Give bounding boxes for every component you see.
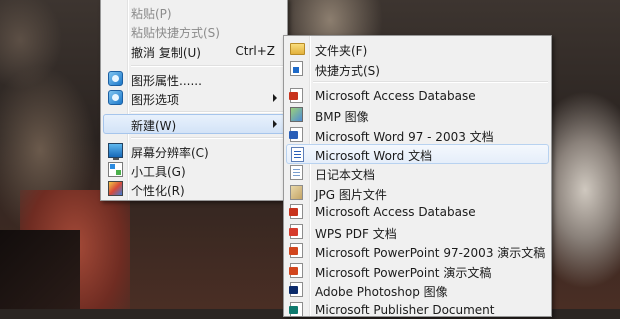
shortcut-icon: [290, 61, 303, 76]
menu-item-label: Microsoft PowerPoint 演示文稿: [315, 266, 492, 280]
new-wps-pdf-item[interactable]: WPS PDF 文档: [286, 222, 549, 241]
menu-separator: [131, 111, 284, 113]
menu-item-label: BMP 图像: [315, 110, 369, 124]
access-database-icon: [289, 88, 303, 103]
menu-item-paste[interactable]: 粘贴(P): [103, 2, 285, 21]
menu-item-graphics-properties[interactable]: 图形属性......: [103, 69, 285, 88]
journal-document-icon: [290, 165, 303, 180]
new-powerpoint-97-item[interactable]: Microsoft PowerPoint 97-2003 演示文稿: [286, 241, 549, 260]
personalize-icon: [108, 181, 123, 196]
menu-item-label: 图形选项: [131, 93, 180, 107]
menu-item-screen-resolution[interactable]: 屏幕分辨率(C): [103, 141, 285, 160]
screen-resolution-icon: [108, 143, 123, 160]
menu-item-label: 粘贴快捷方式(S): [131, 26, 220, 40]
menu-item-label: Microsoft PowerPoint 97-2003 演示文稿: [315, 246, 546, 260]
powerpoint-icon: [289, 263, 303, 278]
new-journal-document-item[interactable]: 日记本文档: [286, 163, 549, 182]
menu-item-label: 粘贴(P): [131, 7, 172, 21]
menu-item-label: 图形属性......: [131, 74, 202, 88]
new-word-97-document-item[interactable]: Microsoft Word 97 - 2003 文档: [286, 125, 549, 144]
new-shortcut-item[interactable]: 快捷方式(S): [286, 59, 549, 78]
menu-separator: [313, 81, 548, 83]
new-access-database-item[interactable]: Microsoft Access Database: [286, 202, 549, 221]
menu-item-label: Microsoft Word 文档: [315, 149, 433, 163]
menu-item-label: Adobe Photoshop 图像: [315, 285, 448, 299]
jpg-image-icon: [290, 185, 303, 200]
menu-item-label: 新建(W): [131, 119, 177, 133]
menu-item-graphics-options[interactable]: 图形选项: [103, 88, 285, 107]
new-publisher-document-item[interactable]: Microsoft Publisher Document: [286, 300, 549, 319]
menu-item-label: Microsoft Access Database: [315, 89, 476, 103]
new-submenu: 文件夹(F) 快捷方式(S) Microsoft Access Database…: [283, 35, 552, 317]
gadgets-icon: [108, 162, 123, 177]
submenu-arrow-icon: [273, 120, 277, 128]
menu-item-label: 撤消 复制(U): [131, 46, 201, 60]
menu-item-label: 屏幕分辨率(C): [131, 146, 209, 160]
graphics-options-icon: [108, 90, 123, 105]
menu-item-new[interactable]: 新建(W): [103, 114, 285, 134]
word-97-document-icon: [289, 127, 303, 142]
graphics-properties-icon: [108, 71, 123, 86]
menu-item-label: JPG 图片文件: [315, 188, 387, 202]
menu-item-label: 日记本文档: [315, 168, 376, 182]
new-jpg-image-item[interactable]: JPG 图片文件: [286, 183, 549, 202]
powerpoint-97-icon: [289, 243, 303, 258]
menu-separator: [131, 65, 284, 67]
new-word-document-item[interactable]: Microsoft Word 文档: [286, 144, 549, 164]
menu-item-label: WPS PDF 文档: [315, 227, 397, 241]
menu-item-label: 个性化(R): [131, 184, 185, 198]
menu-item-personalize[interactable]: 个性化(R): [103, 179, 285, 198]
new-bmp-image-item[interactable]: BMP 图像: [286, 105, 549, 124]
new-access-database-item[interactable]: Microsoft Access Database: [286, 86, 549, 105]
access-database-icon: [289, 204, 303, 219]
menu-item-undo-copy[interactable]: 撤消 复制(U) Ctrl+Z: [103, 41, 285, 60]
menu-item-label: Microsoft Publisher Document: [315, 303, 495, 317]
folder-icon: [290, 43, 305, 55]
wallpaper-detail: [0, 230, 80, 309]
new-powerpoint-item[interactable]: Microsoft PowerPoint 演示文稿: [286, 261, 549, 280]
new-photoshop-image-item[interactable]: Adobe Photoshop 图像: [286, 280, 549, 299]
menu-item-paste-shortcut[interactable]: 粘贴快捷方式(S): [103, 21, 285, 40]
menu-item-label: 小工具(G): [131, 165, 186, 179]
photoshop-image-icon: [289, 282, 303, 297]
wps-pdf-icon: [289, 224, 303, 239]
menu-item-label: Microsoft Access Database: [315, 205, 476, 219]
submenu-arrow-icon: [273, 94, 277, 102]
menu-separator: [131, 137, 284, 139]
shortcut-label: Ctrl+Z: [235, 44, 275, 58]
menu-item-label: Microsoft Word 97 - 2003 文档: [315, 130, 494, 144]
new-folder-item[interactable]: 文件夹(F): [286, 39, 549, 58]
desktop-context-menu: 粘贴(P) 粘贴快捷方式(S) 撤消 复制(U) Ctrl+Z 图形属性....…: [100, 0, 288, 201]
menu-item-gadgets[interactable]: 小工具(G): [103, 160, 285, 179]
bmp-image-icon: [290, 107, 303, 122]
publisher-document-icon: [289, 302, 303, 317]
menu-item-label: 快捷方式(S): [315, 64, 380, 78]
word-document-icon: [291, 147, 304, 162]
menu-item-label: 文件夹(F): [315, 44, 368, 58]
